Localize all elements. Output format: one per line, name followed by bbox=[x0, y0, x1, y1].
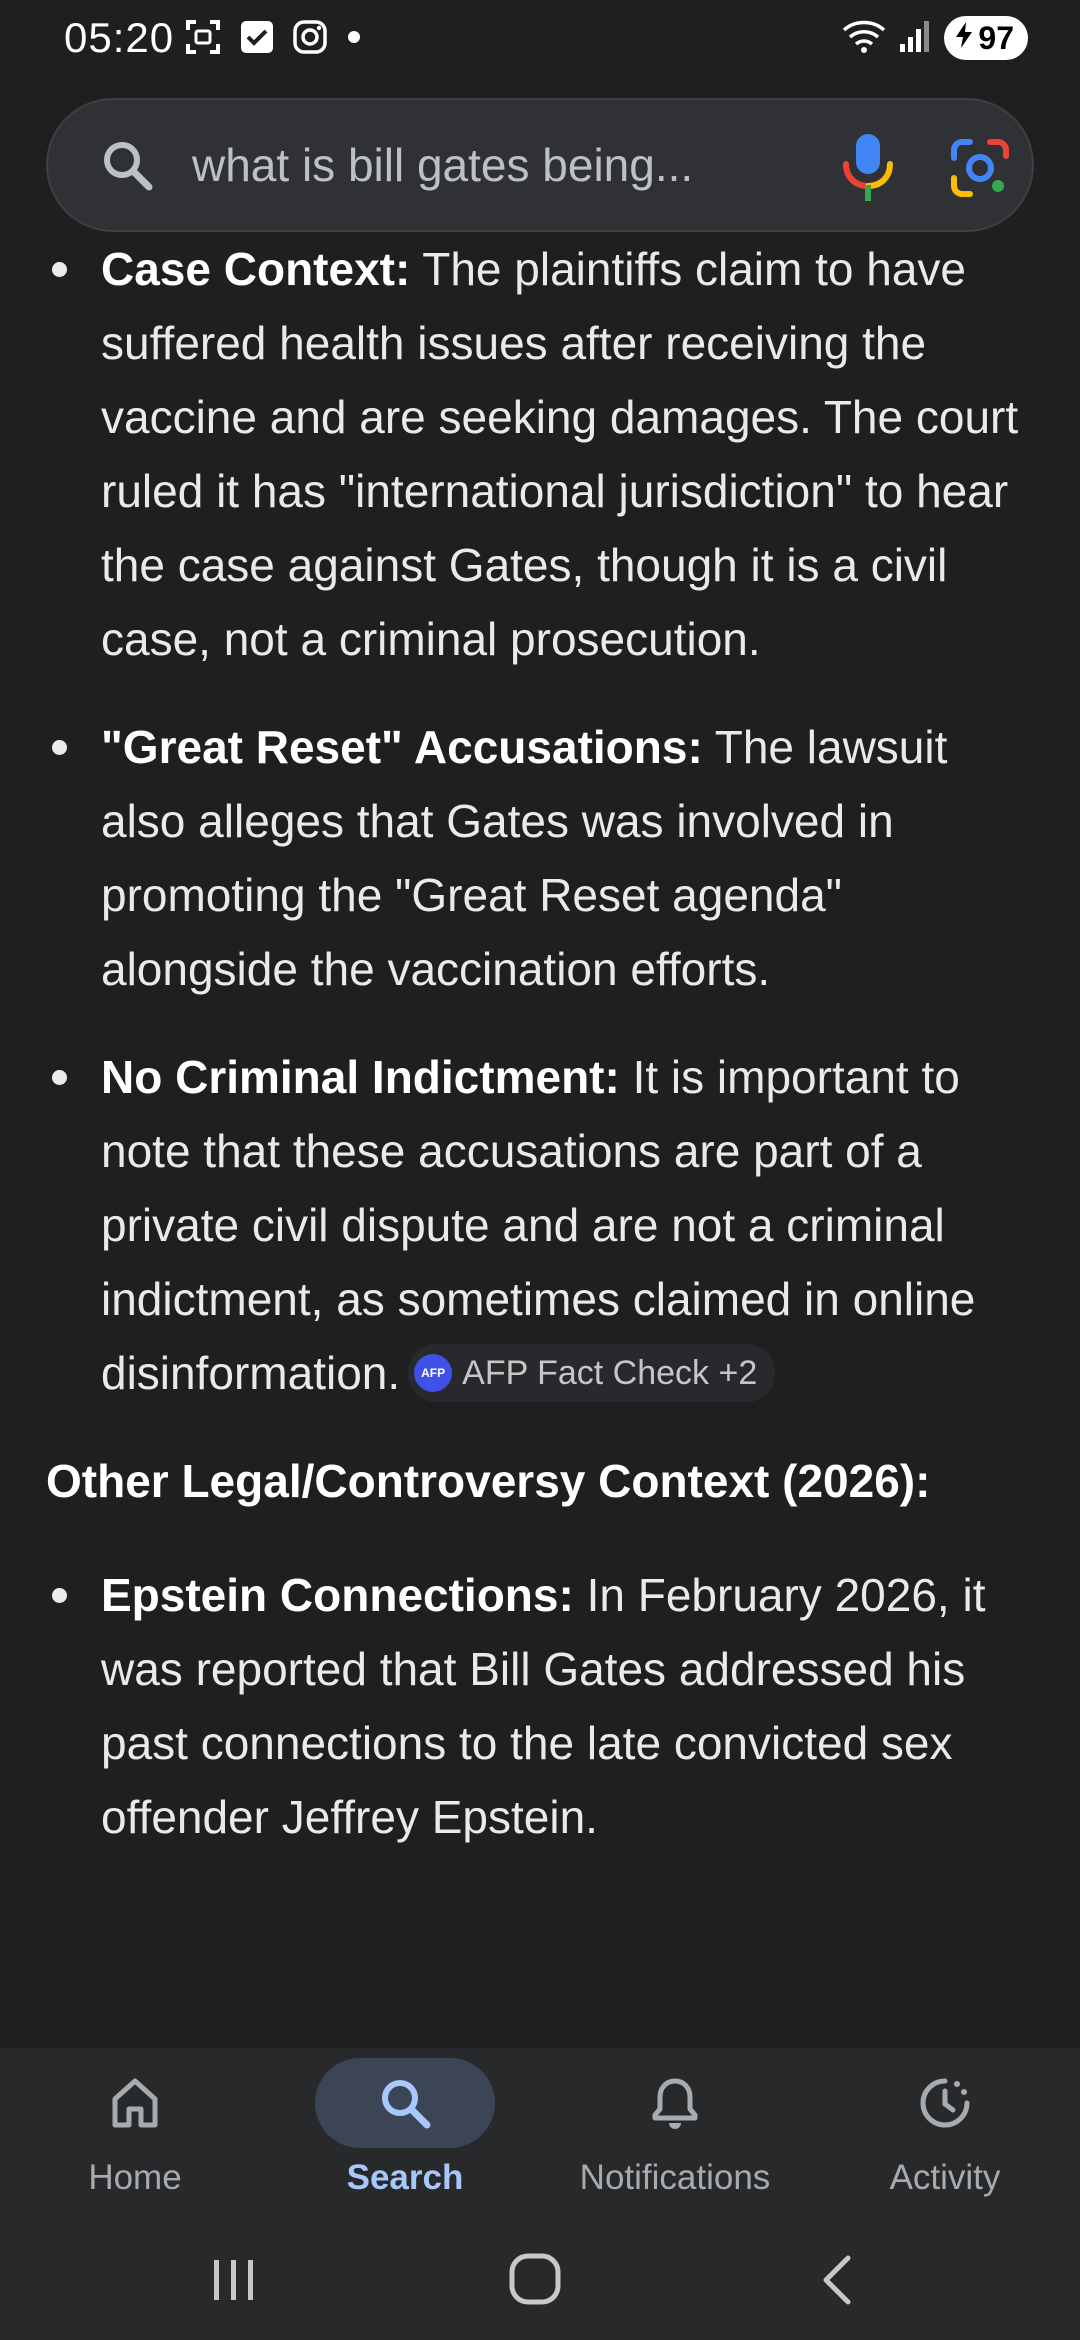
search-icon bbox=[100, 138, 156, 199]
bell-icon bbox=[645, 2073, 705, 2138]
search-icon bbox=[375, 2073, 435, 2138]
instagram-icon bbox=[292, 19, 328, 55]
bullet-text: The plaintiffs claim to have suffered he… bbox=[101, 243, 1019, 665]
section-heading: Other Legal/Controversy Context (2026): bbox=[46, 1455, 931, 1507]
list-item-case-context: Case Context: The plaintiffs claim to ha… bbox=[0, 240, 1080, 676]
search-query[interactable]: what is bill gates being... bbox=[192, 138, 693, 192]
bottom-navigation: Home Search Notifications Activity bbox=[0, 2048, 1080, 2222]
nav-label-home: Home bbox=[88, 2158, 182, 2197]
list-item-great-reset: "Great Reset" Accusations: The lawsuit a… bbox=[0, 710, 1080, 1006]
list-item-no-criminal-indictment: No Criminal Indictment: It is important … bbox=[0, 1040, 1080, 1410]
status-bar: 05:20 97 bbox=[0, 0, 1080, 84]
list-item-epstein-connections: Epstein Connections: In February 2026, i… bbox=[0, 1558, 1080, 1854]
activity-icon bbox=[915, 2073, 975, 2138]
home-button-icon[interactable] bbox=[506, 2252, 566, 2313]
battery-charging-icon bbox=[954, 20, 974, 57]
nav-label-activity: Activity bbox=[889, 2158, 1001, 2197]
microphone-icon[interactable] bbox=[838, 130, 898, 211]
nav-item-notifications[interactable]: Notifications bbox=[540, 2048, 810, 2222]
search-bar[interactable]: what is bill gates being... bbox=[46, 98, 1034, 232]
wifi-icon bbox=[842, 18, 886, 59]
signal-icon bbox=[898, 18, 932, 59]
source-chip-afp[interactable]: AFP AFP Fact Check +2 bbox=[408, 1343, 776, 1402]
bullet-label: Case Context: bbox=[101, 243, 411, 295]
bullet-list-top: Case Context: The plaintiffs claim to ha… bbox=[0, 240, 1080, 1410]
status-time: 05:20 bbox=[64, 14, 175, 61]
notification-dot-icon bbox=[346, 29, 362, 45]
nav-label-search: Search bbox=[346, 2158, 464, 2197]
system-navigation-bar bbox=[0, 2222, 1080, 2340]
nav-label-notifications: Notifications bbox=[579, 2158, 771, 2197]
source-chip-label: AFP Fact Check +2 bbox=[462, 1353, 758, 1392]
nav-item-search[interactable]: Search bbox=[270, 2048, 540, 2222]
bullet-list-bottom: Epstein Connections: In February 2026, i… bbox=[0, 1558, 1080, 1854]
checkbox-icon bbox=[240, 20, 274, 54]
status-icons-left bbox=[184, 18, 362, 56]
bullet-label: No Criminal Indictment: bbox=[101, 1051, 620, 1103]
afp-logo-icon: AFP bbox=[414, 1353, 453, 1392]
back-icon[interactable] bbox=[814, 2252, 864, 2313]
nav-item-activity[interactable]: Activity bbox=[810, 2048, 1080, 2222]
bullet-label: "Great Reset" Accusations: bbox=[101, 721, 703, 773]
recent-apps-icon[interactable] bbox=[206, 2252, 262, 2313]
nav-item-home[interactable]: Home bbox=[0, 2048, 270, 2222]
ai-overview-content: Case Context: The plaintiffs claim to ha… bbox=[0, 240, 1080, 2048]
lens-icon[interactable] bbox=[948, 136, 1012, 205]
status-icons-right: 97 bbox=[842, 16, 1028, 60]
home-icon bbox=[105, 2073, 165, 2138]
screenshot-icon bbox=[184, 18, 222, 56]
battery-level: 97 bbox=[978, 19, 1014, 56]
battery-indicator: 97 bbox=[944, 16, 1028, 60]
bullet-label: Epstein Connections: bbox=[101, 1569, 574, 1621]
